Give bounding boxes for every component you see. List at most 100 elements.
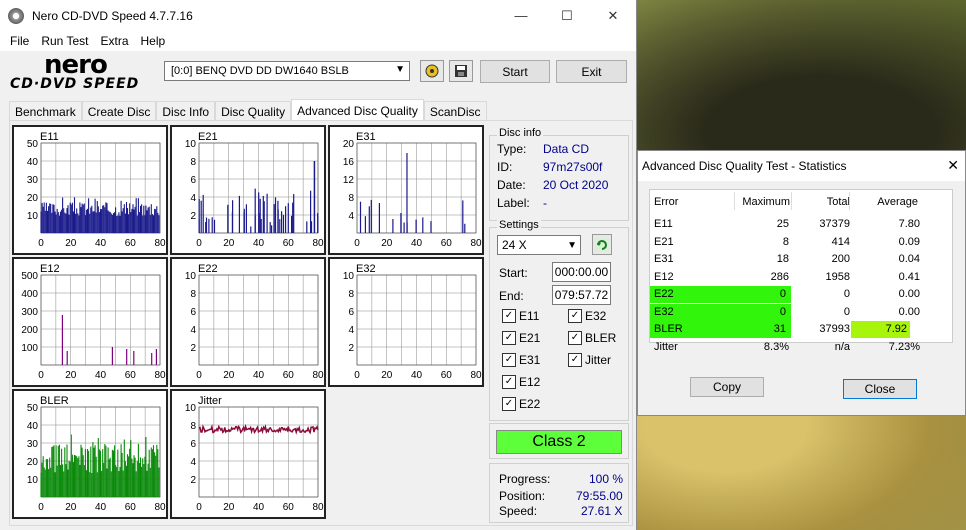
svg-text:4: 4 — [190, 325, 196, 336]
menu-extra[interactable]: Extra — [94, 34, 134, 48]
label-value: - — [543, 196, 547, 210]
cd-dvd-speed-logo: CD·DVD SPEED — [10, 76, 140, 92]
statistics-cell: 8.3% — [763, 340, 789, 353]
graph-e31: 20 16 12 8 4 0 20 40 60 80 E31 — [328, 125, 484, 255]
start-time-input[interactable]: 000:00.00 — [552, 262, 611, 282]
label-label: Label: — [497, 196, 530, 210]
menu-help[interactable]: Help — [135, 34, 172, 48]
tab-disc-quality[interactable]: Disc Quality — [215, 101, 292, 121]
svg-text:10: 10 — [343, 271, 355, 282]
statistics-header-cell: Maximum — [742, 196, 790, 208]
drive-info-button[interactable] — [420, 60, 444, 82]
save-button[interactable] — [449, 60, 473, 82]
exit-button[interactable]: Exit — [556, 60, 627, 83]
statistics-cell: 0.41 — [898, 270, 920, 283]
svg-text:40: 40 — [95, 238, 107, 249]
tab-scandisc[interactable]: ScanDisc — [423, 101, 487, 121]
chevron-down-icon: ▼ — [395, 64, 405, 75]
checkbox-e31[interactable]: ✓ E31 — [502, 353, 540, 367]
statistics-row: E12 286 1958 0.41 — [650, 269, 952, 286]
tab-advanced-disc-quality[interactable]: Advanced Disc Quality — [291, 99, 424, 121]
svg-text:10: 10 — [185, 271, 197, 282]
statistics-cell: 37993 — [819, 323, 850, 335]
svg-text:0: 0 — [354, 238, 360, 249]
svg-text:40: 40 — [253, 502, 265, 513]
svg-text:80: 80 — [154, 238, 166, 249]
start-button[interactable]: Start — [480, 60, 550, 83]
statistics-window: Advanced Disc Quality Test - Statistics … — [637, 150, 966, 416]
speed-select[interactable]: 24 X ▼ — [497, 235, 581, 255]
svg-text:30: 30 — [27, 439, 39, 450]
statistics-cell: 0.00 — [898, 305, 920, 318]
end-time-input[interactable]: 079:57.72 — [552, 285, 611, 305]
window-title: Nero CD-DVD Speed 4.7.7.16 — [32, 8, 193, 23]
checkbox-e12[interactable]: ✓ E12 — [502, 375, 540, 389]
svg-text:20: 20 — [27, 457, 39, 468]
statistics-header-cell: Total — [826, 196, 850, 208]
menu-file[interactable]: File — [4, 34, 35, 48]
svg-text:2: 2 — [190, 475, 196, 486]
tab-create-disc[interactable]: Create Disc — [81, 101, 157, 121]
svg-text:40: 40 — [27, 157, 39, 168]
checkbox-e11[interactable]: ✓ E11 — [502, 309, 539, 323]
svg-text:8: 8 — [348, 193, 354, 204]
checkbox-jitter[interactable]: ✓ Jitter — [568, 353, 611, 367]
svg-text:40: 40 — [27, 421, 39, 432]
svg-text:2: 2 — [348, 343, 354, 354]
statistics-row: E31 18 200 0.04 — [650, 251, 952, 268]
copy-button[interactable]: Copy — [690, 377, 764, 397]
statistics-cell: 0.00 — [898, 288, 920, 300]
column-divider — [849, 192, 850, 210]
drive-select-value: [0:0] BENQ DVD DD DW1640 BSLB — [171, 65, 349, 77]
checkbox-e21[interactable]: ✓ E21 — [502, 331, 540, 345]
class-badge: Class 2 — [496, 430, 622, 454]
graph-e12: 500 400 300 200 100 0 20 40 60 80 E12 — [12, 257, 168, 387]
settings-title: Settings — [497, 219, 541, 231]
statistics-cell: 18 — [776, 253, 789, 265]
checkbox-bler[interactable]: ✓ BLER — [568, 331, 616, 345]
svg-text:80: 80 — [312, 502, 324, 513]
refresh-speed-button[interactable] — [592, 234, 612, 255]
checkbox-label: E22 — [519, 397, 541, 411]
svg-text:E21: E21 — [198, 131, 218, 143]
end-label: End: — [499, 289, 524, 303]
svg-text:80: 80 — [470, 370, 482, 381]
type-value: Data CD — [543, 142, 590, 156]
svg-text:Jitter: Jitter — [198, 395, 222, 407]
svg-text:40: 40 — [253, 370, 265, 381]
maximize-button[interactable]: ☐ — [544, 0, 590, 31]
checkbox-e22[interactable]: ✓ E22 — [502, 397, 540, 411]
svg-text:0: 0 — [354, 370, 360, 381]
svg-text:E32: E32 — [356, 263, 376, 275]
statistics-header-cell: Error — [654, 196, 679, 208]
graph-e21: 10 8 6 4 2 0 20 40 60 80 E21 — [170, 125, 326, 255]
svg-text:8: 8 — [190, 421, 196, 432]
svg-text:0: 0 — [196, 370, 202, 381]
minimize-button[interactable]: — — [498, 0, 544, 31]
close-button[interactable]: ✕ — [590, 0, 636, 31]
statistics-cell: 0 — [843, 305, 850, 318]
menu-run-test[interactable]: Run Test — [35, 34, 94, 48]
svg-text:40: 40 — [411, 370, 423, 381]
svg-text:E12: E12 — [40, 263, 60, 275]
statistics-row: E32 0 0 0.00 — [650, 303, 952, 321]
checkbox-label: Jitter — [585, 353, 612, 367]
statistics-cell: 414 — [831, 235, 850, 248]
svg-text:2: 2 — [190, 211, 196, 222]
svg-text:60: 60 — [441, 370, 453, 381]
svg-text:80: 80 — [154, 370, 166, 381]
checkbox-e32[interactable]: ✓ E32 — [568, 309, 606, 323]
statistics-close-btn[interactable]: Close — [843, 379, 917, 399]
speed-select-value: 24 X — [502, 238, 527, 252]
drive-select[interactable]: [0:0] BENQ DVD DD DW1640 BSLB ▼ — [164, 61, 410, 81]
statistics-header-row: Error Maximum Total Average — [650, 194, 952, 211]
svg-text:60: 60 — [125, 370, 137, 381]
tab-benchmark[interactable]: Benchmark — [9, 101, 82, 121]
tab-disc-info[interactable]: Disc Info — [156, 101, 216, 121]
statistics-header-cell: Average — [877, 196, 918, 208]
svg-text:60: 60 — [125, 502, 137, 513]
statistics-row: BLER 31 37993 7.92 — [650, 321, 952, 338]
statistics-close-button[interactable]: ✕ — [947, 157, 959, 174]
svg-text:20: 20 — [27, 193, 39, 204]
floppy-disk-icon — [455, 65, 467, 77]
